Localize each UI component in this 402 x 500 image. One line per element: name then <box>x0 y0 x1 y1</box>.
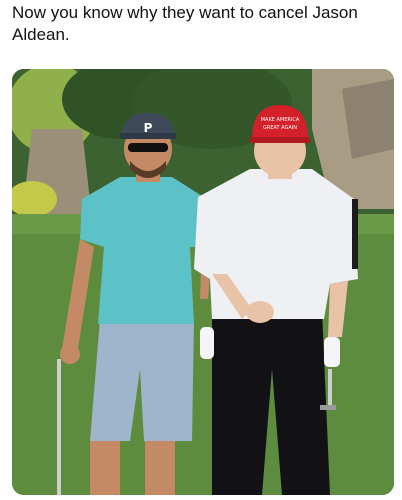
post-photo[interactable]: P MAKE AMERICA GREAT AGAIN <box>12 69 394 495</box>
sunglasses <box>128 143 168 152</box>
photo-illustration: P MAKE AMERICA GREAT AGAIN <box>12 69 394 495</box>
cap-left-logo: P <box>144 121 153 135</box>
cap-right-text-line2: GREAT AGAIN <box>263 125 297 131</box>
post-caption: Now you know why they want to cancel Jas… <box>12 3 358 44</box>
golf-club-right <box>320 405 336 410</box>
cap-right-text-line1: MAKE AMERICA <box>261 117 300 123</box>
glove-right <box>324 337 340 367</box>
golf-club-left <box>57 359 61 495</box>
glove-left <box>200 327 214 359</box>
